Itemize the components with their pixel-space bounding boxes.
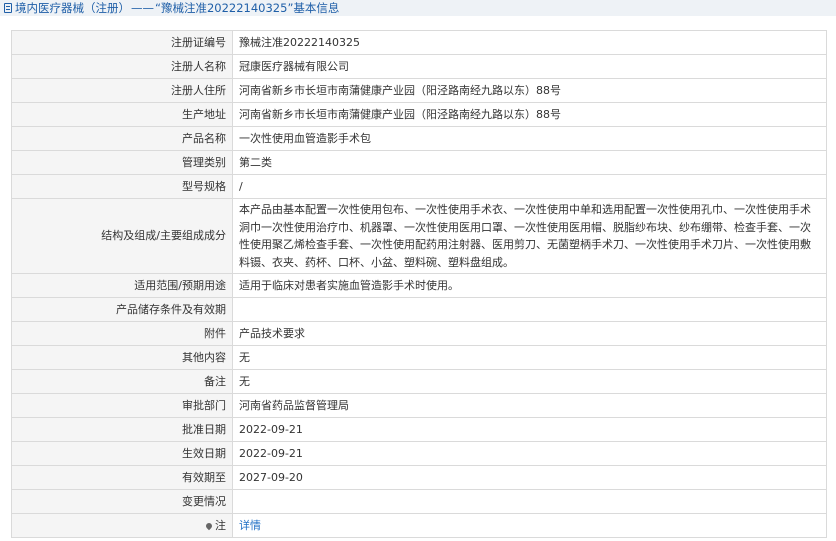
row-value: 一次性使用血管造影手术包 bbox=[232, 126, 827, 151]
section-title: 基本信息 bbox=[293, 1, 340, 15]
row-label: 审批部门 bbox=[11, 393, 233, 418]
table-row: 管理类别 第二类 bbox=[11, 150, 827, 175]
breadcrumb-root[interactable]: 境内医疗器械（注册） bbox=[15, 0, 130, 16]
table-row: 其他内容 无 bbox=[11, 345, 827, 370]
row-value: 冠康医疗器械有限公司 bbox=[232, 54, 827, 79]
row-label: 变更情况 bbox=[11, 489, 233, 514]
table-row: 产品储存条件及有效期 bbox=[11, 297, 827, 322]
table-row: 附件 产品技术要求 bbox=[11, 321, 827, 346]
row-value: / bbox=[232, 174, 827, 199]
row-label: 注 bbox=[215, 518, 226, 532]
row-value: 2022-09-21 bbox=[232, 417, 827, 442]
row-label: 附件 bbox=[11, 321, 233, 346]
table-row: 注册证编号 豫械注准20222140325 bbox=[11, 30, 827, 55]
table-row: 注册人住所 河南省新乡市长垣市南蒲健康产业园（阳泾路南经九路以东）88号 bbox=[11, 78, 827, 103]
row-value: 无 bbox=[232, 369, 827, 394]
row-label: 产品储存条件及有效期 bbox=[11, 297, 233, 322]
row-value bbox=[232, 489, 827, 514]
table-row: 备注 无 bbox=[11, 369, 827, 394]
table-row: 批准日期 2022-09-21 bbox=[11, 417, 827, 442]
table-row: 生产地址 河南省新乡市长垣市南蒲健康产业园（阳泾路南经九路以东）88号 bbox=[11, 102, 827, 127]
row-label: 适用范围/预期用途 bbox=[11, 273, 233, 298]
row-value: 2022-09-21 bbox=[232, 441, 827, 466]
row-label: 产品名称 bbox=[11, 126, 233, 151]
pin-icon bbox=[204, 521, 214, 530]
breadcrumb-separator: —— bbox=[131, 1, 154, 15]
row-value: 第二类 bbox=[232, 150, 827, 175]
row-label: 批准日期 bbox=[11, 417, 233, 442]
row-value bbox=[232, 297, 827, 322]
info-table: 注册证编号 豫械注准20222140325 注册人名称 冠康医疗器械有限公司 注… bbox=[11, 30, 827, 538]
table-row: 审批部门 河南省药品监督管理局 bbox=[11, 393, 827, 418]
row-label: 备注 bbox=[11, 369, 233, 394]
row-label: 其他内容 bbox=[11, 345, 233, 370]
row-value: 豫械注准20222140325 bbox=[232, 30, 827, 55]
row-label: 注册人名称 bbox=[11, 54, 233, 79]
table-row: 有效期至 2027-09-20 bbox=[11, 465, 827, 490]
row-label: 生产地址 bbox=[11, 102, 233, 127]
table-row: 产品名称 一次性使用血管造影手术包 bbox=[11, 126, 827, 151]
note-label-cell: 注 bbox=[11, 513, 233, 538]
row-value: 河南省新乡市长垣市南蒲健康产业园（阳泾路南经九路以东）88号 bbox=[232, 78, 827, 103]
table-row: 型号规格 / bbox=[11, 174, 827, 199]
row-value: 适用于临床对患者实施血管造影手术时使用。 bbox=[232, 273, 827, 298]
document-icon bbox=[4, 3, 12, 13]
table-row: 结构及组成/主要组成成分 本产品由基本配置一次性使用包布、一次性使用手术衣、一次… bbox=[11, 198, 827, 274]
table-row: 注册人名称 冠康医疗器械有限公司 bbox=[11, 54, 827, 79]
row-value: 无 bbox=[232, 345, 827, 370]
row-value: 河南省药品监督管理局 bbox=[232, 393, 827, 418]
details-link[interactable]: 详情 bbox=[239, 519, 261, 532]
row-value: 详情 bbox=[232, 513, 827, 538]
row-label: 有效期至 bbox=[11, 465, 233, 490]
table-row: 注 详情 bbox=[11, 513, 827, 538]
row-value: 本产品由基本配置一次性使用包布、一次性使用手术衣、一次性使用中单和选用配置一次性… bbox=[232, 198, 827, 274]
row-label: 结构及组成/主要组成成分 bbox=[11, 198, 233, 274]
row-value: 产品技术要求 bbox=[232, 321, 827, 346]
row-label: 型号规格 bbox=[11, 174, 233, 199]
table-row: 生效日期 2022-09-21 bbox=[11, 441, 827, 466]
table-row: 变更情况 bbox=[11, 489, 827, 514]
row-value: 河南省新乡市长垣市南蒲健康产业园（阳泾路南经九路以东）88号 bbox=[232, 102, 827, 127]
record-title: “豫械注准20222140325” bbox=[155, 1, 294, 15]
row-label: 注册人住所 bbox=[11, 78, 233, 103]
row-label: 管理类别 bbox=[11, 150, 233, 175]
row-label: 生效日期 bbox=[11, 441, 233, 466]
row-label: 注册证编号 bbox=[11, 30, 233, 55]
row-value: 2027-09-20 bbox=[232, 465, 827, 490]
page-header: 境内医疗器械（注册） —— “豫械注准20222140325” 基本信息 bbox=[0, 0, 836, 16]
table-row: 适用范围/预期用途 适用于临床对患者实施血管造影手术时使用。 bbox=[11, 273, 827, 298]
